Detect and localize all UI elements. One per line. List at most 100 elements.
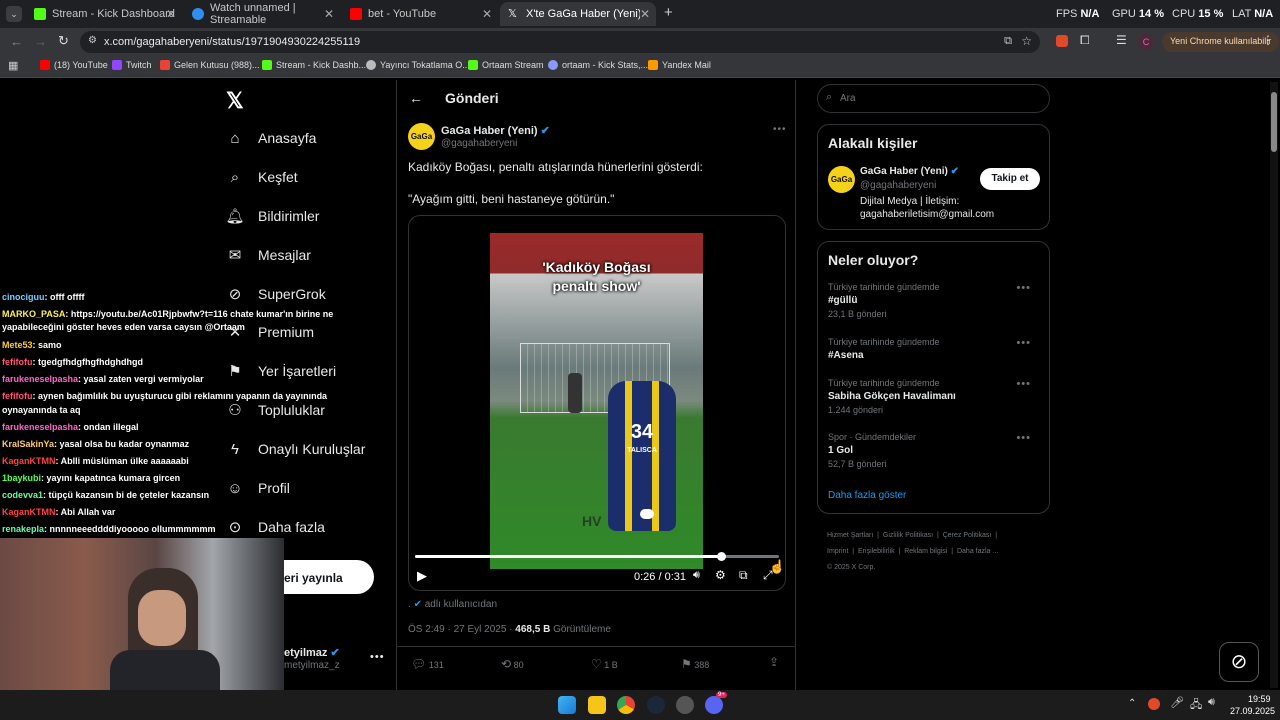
app-icon[interactable]	[676, 696, 694, 714]
back-icon[interactable]: ←	[10, 34, 23, 49]
nav-communities[interactable]: ⚇ Topluluklar	[226, 401, 325, 419]
follow-button[interactable]: Takip et	[980, 168, 1040, 190]
steam-icon[interactable]	[647, 696, 665, 714]
settings-gear-icon[interactable]: ⚙	[715, 568, 726, 582]
footer-link[interactable]: Daha fazla ...	[957, 548, 998, 555]
bookmark-star-icon[interactable]: ☆	[1021, 34, 1032, 48]
trend-item[interactable]: Türkiye tarihinde gündemde #güllü 23,1 B…	[828, 282, 1041, 319]
bookmark-twitch[interactable]: Twitch	[112, 60, 152, 70]
back-arrow-icon[interactable]: ←	[409, 90, 423, 106]
tray-chevron-icon[interactable]: ⌃	[1128, 698, 1136, 709]
volume-icon[interactable]: 🔊︎	[693, 569, 700, 582]
trend-item[interactable]: Spor · Gündemdekiler 1 Gol 52,7 B gönder…	[828, 432, 1041, 469]
extension-icon[interactable]	[1056, 35, 1068, 47]
discord-icon[interactable]	[705, 696, 723, 714]
person-avatar[interactable]: GaGa	[828, 166, 855, 193]
bookmark-yandex-mail[interactable]: Yandex Mail	[648, 60, 711, 70]
clock-date[interactable]: 27.09.2025	[1230, 706, 1275, 716]
nav-messages[interactable]: ✉ Mesajlar	[226, 246, 311, 264]
chat-username[interactable]: farukeneselpasha	[2, 422, 78, 432]
chat-username[interactable]: cinociguu	[2, 292, 45, 302]
trend-item[interactable]: Türkiye tarihinde gündemde #Asena •••	[828, 337, 1041, 361]
nav-explore[interactable]: ⌕ Keşfet	[226, 168, 298, 186]
chat-username[interactable]: renakepla	[2, 524, 44, 534]
chat-username[interactable]: fefifofu	[2, 391, 33, 401]
close-tab-icon[interactable]: ✕	[482, 7, 492, 21]
trend-item[interactable]: Türkiye tarihinde gündemde Sabiha Gökçen…	[828, 378, 1041, 415]
bookmark-tokatlama[interactable]: Yayıncı Tokatlama O...	[366, 60, 470, 70]
speaker-icon[interactable]: 🔊︎	[1208, 696, 1215, 709]
tab-search-button[interactable]: ⌄	[6, 6, 22, 22]
tab-streamable[interactable]: Watch unnamed | Streamable ✕	[184, 2, 340, 26]
chat-username[interactable]: KralSakinYa	[2, 439, 54, 449]
chat-username[interactable]: KaganKTMN	[2, 456, 56, 466]
bookmark-gmail[interactable]: Gelen Kutusu (988)...	[160, 60, 260, 70]
post-menu-icon[interactable]: •••	[773, 124, 787, 135]
bookmark-ortaam-stream[interactable]: Ortaam Stream	[468, 60, 544, 70]
more-icon[interactable]: •••	[1016, 337, 1031, 349]
nav-more[interactable]: ⊙ Daha fazla	[226, 518, 325, 536]
close-tab-icon[interactable]: ✕	[166, 7, 176, 21]
grok-float-button[interactable]: ⊘	[1219, 642, 1259, 682]
person-name[interactable]: GaGa Haber (Yeni) ✔	[860, 166, 959, 177]
reply-button[interactable]: 💬︎ 131	[411, 657, 444, 671]
footer-link[interactable]: Imprint	[827, 548, 848, 555]
like-button[interactable]: ♡ 1 B	[591, 657, 618, 671]
tab-x-post[interactable]: 𝕏 X'te GaGa Haber (Yeni): "Kadıköy... ✕	[500, 2, 656, 26]
tab-youtube[interactable]: bet - YouTube ✕	[342, 2, 498, 26]
bookmark-kick-stats[interactable]: ortaam - Kick Stats,...	[548, 60, 648, 70]
show-more-link[interactable]: Daha fazla göster	[828, 490, 906, 501]
account-menu-icon[interactable]: •••	[370, 651, 385, 663]
nav-notifications[interactable]: 🔔︎ Bildirimler	[225, 207, 319, 225]
network-icon[interactable]: 🖧	[1190, 696, 1202, 715]
chat-username[interactable]: codevva1	[2, 490, 43, 500]
extensions-puzzle-icon[interactable]: ⧠	[1080, 33, 1090, 48]
bookmark-kick-dashboard[interactable]: Stream - Kick Dashb...	[262, 60, 366, 70]
chat-username[interactable]: MARKO_PASA	[2, 309, 65, 319]
microphone-icon[interactable]: 🎤︎	[1170, 696, 1184, 709]
chrome-icon[interactable]	[617, 696, 635, 714]
author-avatar[interactable]: GaGa	[408, 123, 435, 150]
video-progress-track[interactable]	[415, 552, 779, 561]
windows-start-icon[interactable]	[558, 696, 576, 714]
video-progress-knob[interactable]	[716, 552, 726, 561]
scrollbar-thumb[interactable]	[1271, 92, 1277, 152]
forward-icon[interactable]: →	[34, 34, 47, 49]
x-logo-icon[interactable]: 𝕏	[226, 88, 244, 114]
reading-list-icon[interactable]: ☰	[1116, 33, 1127, 47]
tab-kick-dashboard[interactable]: Stream - Kick Dashboard ✕	[26, 2, 182, 26]
more-icon[interactable]: •••	[1016, 432, 1031, 444]
nav-supergrok[interactable]: ⊘ SuperGrok	[226, 285, 326, 303]
footer-link[interactable]: Hizmet Şartları	[827, 532, 873, 539]
site-info-icon[interactable]: ⚙	[88, 35, 97, 46]
more-icon[interactable]: •••	[1016, 378, 1031, 390]
pip-icon[interactable]: ⧉	[739, 568, 748, 583]
bookmark-button[interactable]: ⚑ 388	[681, 657, 709, 671]
more-icon[interactable]: •••	[1016, 282, 1031, 294]
install-app-icon[interactable]: ⧉	[1004, 35, 1012, 48]
clock-time[interactable]: 19:59	[1248, 694, 1271, 704]
source-attribution[interactable]: . ✔ adlı kullanıcıdan	[408, 599, 497, 610]
profile-avatar[interactable]: C	[1138, 34, 1154, 50]
tray-app-icon[interactable]	[1148, 698, 1160, 710]
chat-username[interactable]: KaganKTMN	[2, 507, 56, 517]
close-tab-icon[interactable]: ✕	[324, 7, 334, 21]
footer-link[interactable]: Erişilebilirlik	[858, 548, 895, 555]
address-bar[interactable]: ⚙ x.com/gagahaberyeni/status/19719049302…	[80, 31, 1040, 53]
nav-verified-orgs[interactable]: ϟ Onaylı Kuruluşlar	[226, 440, 365, 458]
chrome-menu-icon[interactable]: ⋮	[1262, 33, 1274, 47]
chat-username[interactable]: 1baykubi	[2, 473, 41, 483]
author-handle[interactable]: @gagahaberyeni	[441, 138, 517, 149]
footer-link[interactable]: Çerez Politikası	[943, 532, 992, 539]
video-player[interactable]: 'Kadıköy Boğası penaltı show' 34 TALISCA…	[408, 215, 786, 591]
nav-bookmarks[interactable]: ⚑ Yer İşaretleri	[226, 362, 336, 380]
repost-button[interactable]: ⟲ 80	[501, 657, 524, 671]
nav-profile[interactable]: ☺ Profil	[226, 479, 290, 497]
new-tab-button[interactable]: +	[664, 4, 673, 21]
author-name[interactable]: GaGa Haber (Yeni) ✔	[441, 124, 550, 137]
nav-home[interactable]: ⌂ Anasayfa	[226, 129, 316, 147]
close-tab-icon[interactable]: ✕	[639, 7, 650, 21]
search-input[interactable]: ⌕ Ara	[817, 84, 1050, 113]
share-icon[interactable]: ⇪	[769, 655, 779, 669]
reload-icon[interactable]: ↻	[58, 33, 69, 49]
